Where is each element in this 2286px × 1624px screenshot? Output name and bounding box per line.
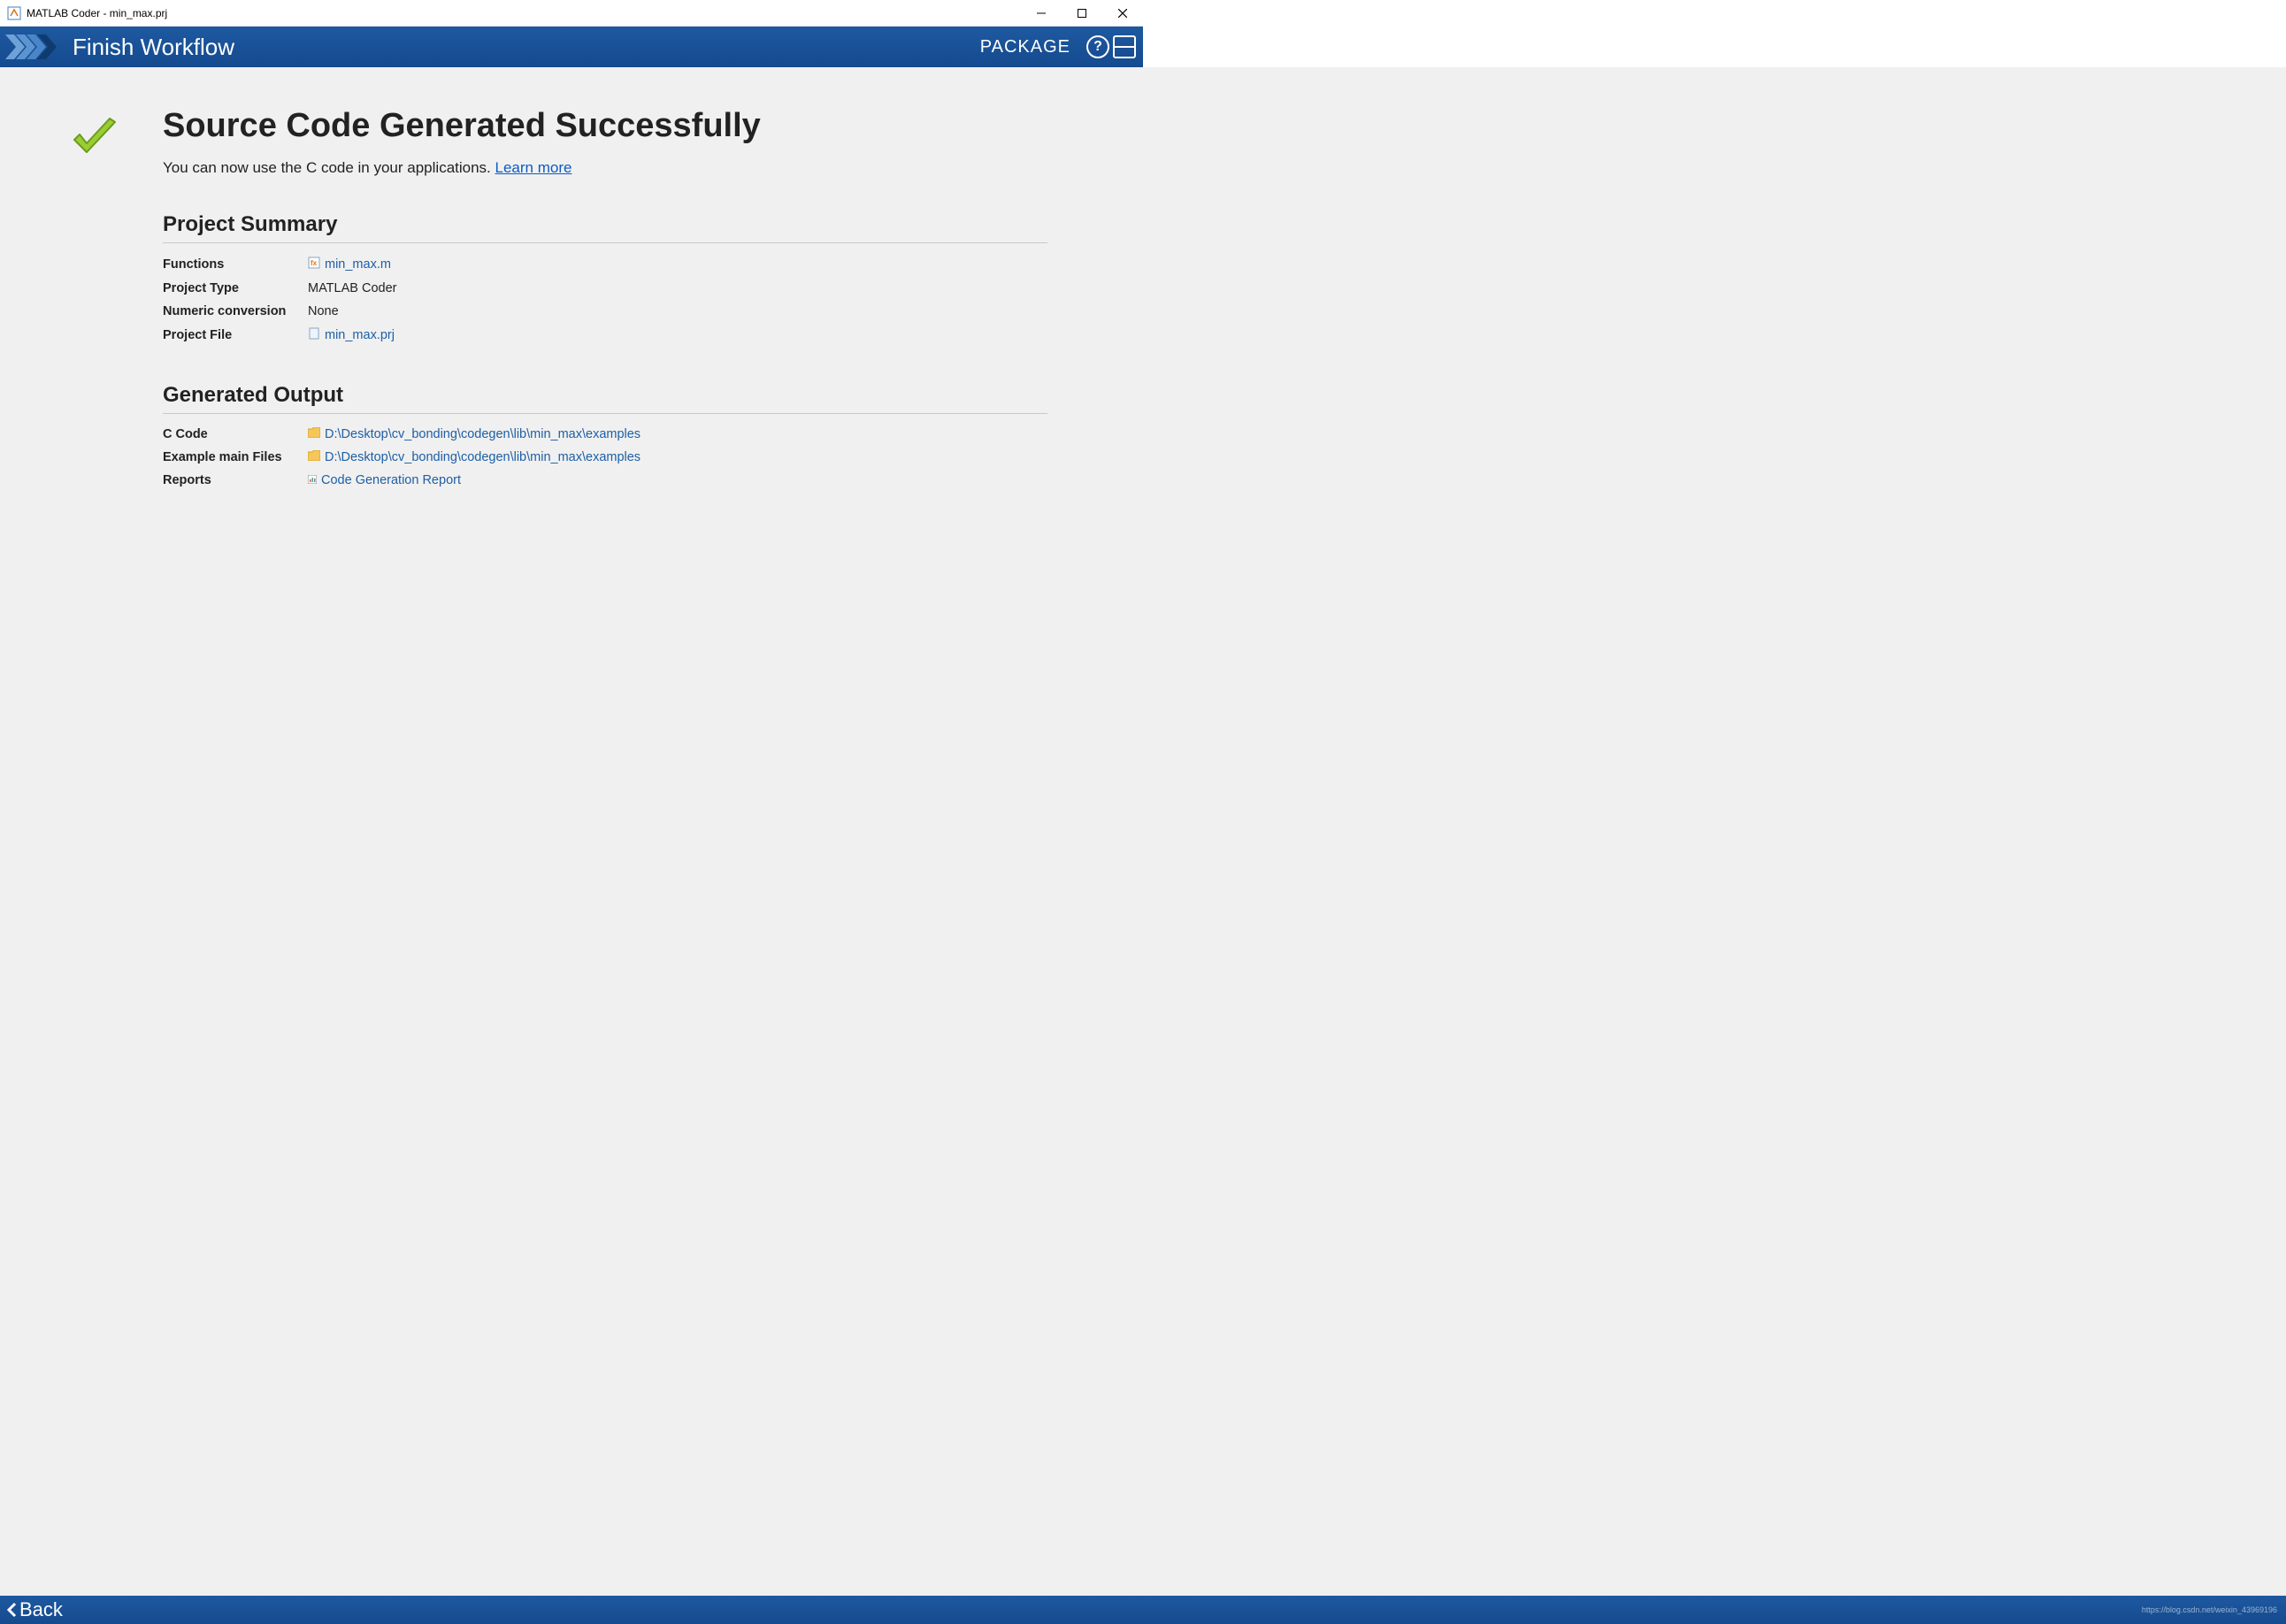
back-label: Back (19, 1598, 63, 1621)
example-main-path-link[interactable]: D:\Desktop\cv_bonding\codegen\lib\min_ma… (325, 450, 641, 464)
watermark-text: https://blog.csdn.net/weixin_43969196 (2142, 1605, 2277, 1614)
project-type-label: Project Type (163, 281, 308, 295)
chevron-left-icon (5, 1602, 18, 1618)
ccode-label: C Code (163, 427, 308, 441)
output-row-reports: Reports Code Generation Report (163, 469, 1047, 492)
learn-more-link[interactable]: Learn more (495, 159, 572, 176)
page-subtext: You can now use the C code in your appli… (163, 159, 1047, 177)
project-file-link[interactable]: min_max.prj (325, 328, 395, 342)
subtext-prefix: You can now use the C code in your appli… (163, 159, 495, 176)
window-title: MATLAB Coder - min_max.prj (27, 7, 167, 19)
workflow-ribbon: Finish Workflow PACKAGE ? (0, 27, 1143, 67)
page-heading: Source Code Generated Successfully (163, 108, 1047, 145)
project-summary-table: Functions fx min_max.m Project Type MATL… (163, 252, 1047, 348)
content-area: Source Code Generated Successfully You c… (0, 67, 2286, 1596)
output-row-example-main: Example main Files D:\Desktop\cv_bonding… (163, 446, 1047, 469)
help-button[interactable]: ? (1086, 35, 1109, 58)
back-button[interactable]: Back (5, 1598, 63, 1621)
report-icon (308, 473, 317, 487)
workflow-progress-chevrons-icon (5, 34, 57, 59)
reports-label: Reports (163, 473, 308, 487)
matlab-file-icon: fx (308, 257, 320, 272)
close-button[interactable] (1102, 0, 1143, 27)
summary-row-project-file: Project File min_max.prj (163, 323, 1047, 348)
numeric-conversion-label: Numeric conversion (163, 304, 308, 318)
folder-icon (308, 450, 320, 464)
functions-link[interactable]: min_max.m (325, 257, 391, 272)
footer-bar: Back https://blog.csdn.net/weixin_439691… (0, 1596, 2286, 1624)
project-summary-heading: Project Summary (163, 212, 1047, 243)
example-main-label: Example main Files (163, 450, 308, 464)
functions-label: Functions (163, 257, 308, 272)
title-bar: MATLAB Coder - min_max.prj (0, 0, 1143, 27)
success-check-icon (69, 113, 119, 163)
report-link[interactable]: Code Generation Report (321, 473, 461, 487)
minimize-button[interactable] (1021, 0, 1062, 27)
folder-icon (308, 427, 320, 441)
numeric-conversion-value: None (308, 304, 339, 318)
summary-row-project-type: Project Type MATLAB Coder (163, 277, 1047, 300)
ccode-path-link[interactable]: D:\Desktop\cv_bonding\codegen\lib\min_ma… (325, 427, 641, 441)
maximize-button[interactable] (1062, 0, 1102, 27)
summary-row-functions: Functions fx min_max.m (163, 252, 1047, 277)
generated-output-heading: Generated Output (163, 383, 1047, 414)
workflow-title: Finish Workflow (73, 34, 234, 61)
help-icon: ? (1093, 39, 1102, 55)
generated-output-table: C Code D:\Desktop\cv_bonding\codegen\lib… (163, 423, 1047, 492)
menu-button[interactable] (1113, 35, 1136, 58)
svg-text:fx: fx (311, 259, 318, 267)
app-icon (7, 6, 21, 20)
summary-row-numeric-conversion: Numeric conversion None (163, 300, 1047, 323)
project-file-icon (308, 327, 320, 343)
output-row-ccode: C Code D:\Desktop\cv_bonding\codegen\lib… (163, 423, 1047, 446)
project-file-label: Project File (163, 328, 308, 342)
package-button[interactable]: PACKAGE (980, 37, 1070, 57)
project-type-value: MATLAB Coder (308, 281, 396, 295)
